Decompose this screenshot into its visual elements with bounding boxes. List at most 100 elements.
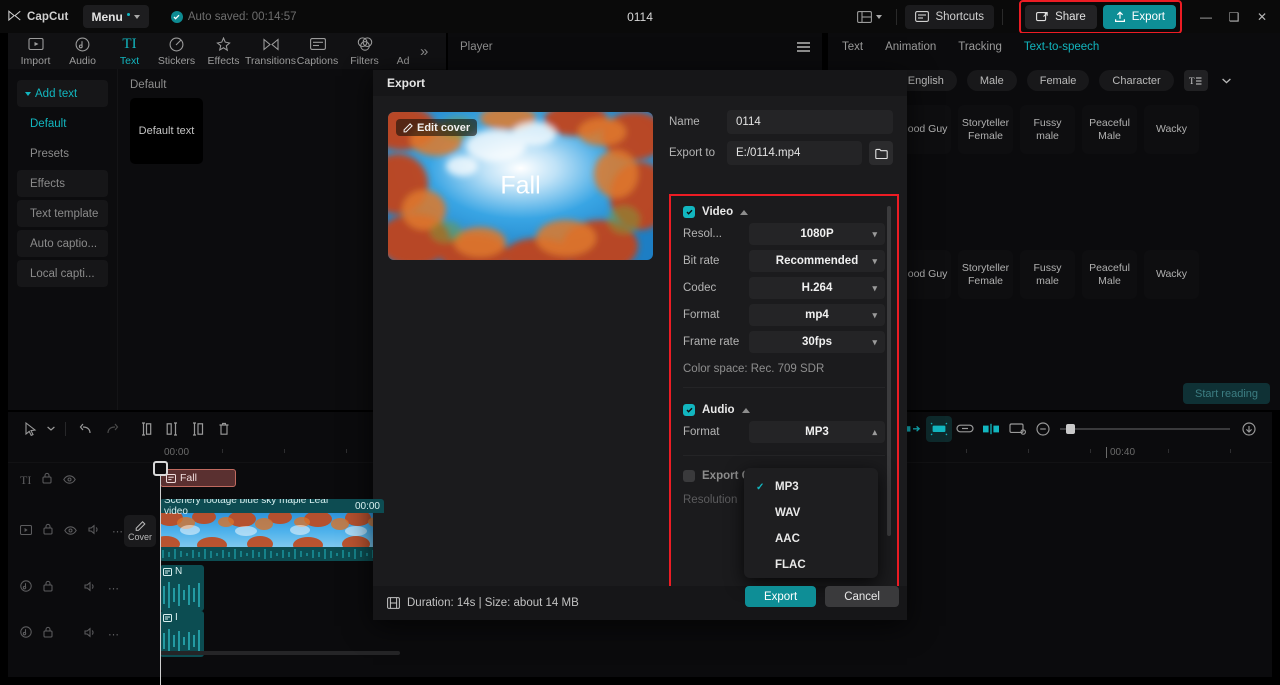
undo-icon[interactable] xyxy=(73,416,99,442)
video-checkbox[interactable] xyxy=(683,206,695,218)
lock-icon[interactable] xyxy=(43,579,53,597)
volume-icon[interactable] xyxy=(88,522,101,540)
category-auto-captions[interactable]: Auto captio... xyxy=(17,230,108,257)
tool-audio[interactable]: Audio xyxy=(59,36,106,67)
framerate-select[interactable]: 30fps ▾ xyxy=(749,331,885,353)
tool-filters[interactable]: Filters xyxy=(341,36,388,67)
trim-left-icon[interactable] xyxy=(159,416,185,442)
start-reading-button[interactable]: Start reading xyxy=(1183,383,1270,404)
category-presets[interactable]: Presets xyxy=(17,140,108,167)
filter-pill-female[interactable]: Female xyxy=(1026,70,1090,91)
cover-button[interactable]: Cover xyxy=(124,515,156,547)
edit-cover-button[interactable]: Edit cover xyxy=(396,119,478,136)
video-format-select[interactable]: mp4 ▾ xyxy=(749,304,885,326)
volume-icon[interactable] xyxy=(84,579,97,597)
category-add-text[interactable]: Add text xyxy=(17,80,108,107)
zoom-slider-knob[interactable] xyxy=(1066,423,1075,434)
audio-format-select[interactable]: MP3 ▴ xyxy=(749,421,885,443)
shortcuts-button[interactable]: Shortcuts xyxy=(905,4,995,29)
snap-icon[interactable] xyxy=(978,416,1004,442)
close-button[interactable]: ✕ xyxy=(1248,3,1276,31)
tool-effects[interactable]: Effects xyxy=(200,36,247,67)
lock-icon[interactable] xyxy=(43,625,53,643)
audio-checkbox[interactable] xyxy=(683,404,695,416)
eye-icon[interactable] xyxy=(63,471,77,489)
eye-icon[interactable] xyxy=(64,522,77,540)
voice-card[interactable]: Fussy male xyxy=(1020,105,1075,154)
dialog-export-button[interactable]: Export xyxy=(744,586,817,607)
filter-pill-male[interactable]: Male xyxy=(966,70,1017,91)
volume-icon[interactable] xyxy=(84,625,97,643)
redo-icon[interactable] xyxy=(99,416,125,442)
dropdown-option-wav[interactable]: WAV xyxy=(744,500,878,526)
tool-import[interactable]: Import xyxy=(12,36,59,67)
tool-text[interactable]: TI Text xyxy=(106,36,153,67)
preview-icon[interactable] xyxy=(1004,416,1030,442)
category-effects[interactable]: Effects xyxy=(17,170,108,197)
timeline-horizontal-scrollbar[interactable] xyxy=(160,651,400,655)
export-button[interactable]: Export xyxy=(1102,4,1176,29)
tool-rail-more-button[interactable]: » xyxy=(420,43,428,60)
tab-tracking[interactable]: Tracking xyxy=(958,41,1002,53)
playhead[interactable] xyxy=(153,461,168,685)
export-path-input[interactable]: E:/0114.mp4 xyxy=(727,141,862,165)
codec-select[interactable]: H.264 ▾ xyxy=(749,277,885,299)
zoom-slider-track[interactable] xyxy=(1060,423,1230,434)
lock-icon[interactable] xyxy=(43,522,53,540)
tab-animation[interactable]: Animation xyxy=(885,41,936,53)
timeline-clip-audio[interactable]: N xyxy=(160,565,204,611)
split-icon[interactable] xyxy=(133,416,159,442)
category-text-template[interactable]: Text template xyxy=(17,200,108,227)
tool-transitions[interactable]: Transitions xyxy=(245,36,296,67)
voice-card[interactable]: Storyteller Female xyxy=(958,250,1013,299)
more-options-icon[interactable]: ⋯ xyxy=(108,628,120,641)
voice-card[interactable]: Fussy male xyxy=(1020,250,1075,299)
select-cursor-icon[interactable] xyxy=(18,416,44,442)
player-menu-icon[interactable] xyxy=(797,42,810,52)
tab-text[interactable]: Text xyxy=(842,41,863,53)
voice-card[interactable]: Peaceful Male xyxy=(1082,250,1137,299)
timeline-clip-text[interactable]: Fall xyxy=(160,469,236,487)
dropdown-option-aac[interactable]: AAC xyxy=(744,526,878,552)
voice-card[interactable]: Wacky xyxy=(1144,105,1199,154)
dropdown-option-mp3[interactable]: ✓ MP3 xyxy=(744,474,878,500)
category-default[interactable]: Default xyxy=(17,110,108,137)
audio-format-dropdown[interactable]: ✓ MP3 WAV AAC FLAC xyxy=(744,468,878,578)
voice-card[interactable]: Peaceful Male xyxy=(1082,105,1137,154)
dialog-cancel-button[interactable]: Cancel xyxy=(825,586,899,607)
default-text-card[interactable]: Default text xyxy=(130,98,203,164)
lock-icon[interactable] xyxy=(42,471,52,489)
chevron-down-icon[interactable] xyxy=(1218,70,1235,91)
layout-button[interactable] xyxy=(851,10,888,23)
filter-pill-character[interactable]: Character xyxy=(1099,70,1174,91)
voice-card[interactable]: Wacky xyxy=(1144,250,1199,299)
timeline-clip-video[interactable]: Scenery footage blue sky maple Leaf vide… xyxy=(160,499,384,561)
auto-adjust-icon[interactable] xyxy=(926,415,952,442)
more-options-icon[interactable]: ⋯ xyxy=(112,525,124,538)
settings-scrollbar[interactable] xyxy=(887,206,891,536)
zoom-out-icon[interactable] xyxy=(1030,416,1056,442)
minimize-button[interactable]: — xyxy=(1192,3,1220,31)
playhead-handle[interactable] xyxy=(153,461,168,476)
more-options-icon[interactable]: ⋯ xyxy=(108,582,120,595)
folder-icon[interactable] xyxy=(869,141,893,165)
gif-checkbox[interactable] xyxy=(683,470,695,482)
resolution-select[interactable]: 1080P ▾ xyxy=(749,223,885,245)
menu-button[interactable]: Menu xyxy=(82,5,149,28)
link-icon[interactable] xyxy=(952,416,978,442)
chevron-down-icon[interactable] xyxy=(44,416,58,442)
tool-captions[interactable]: Captions xyxy=(294,36,341,67)
bitrate-select[interactable]: Recommended ▾ xyxy=(749,250,885,272)
dropdown-option-flac[interactable]: FLAC xyxy=(744,552,878,578)
delete-icon[interactable] xyxy=(211,416,237,442)
tool-stickers[interactable]: Stickers xyxy=(153,36,200,67)
timeline-zoom-slider[interactable] xyxy=(1060,423,1230,434)
trim-right-icon[interactable] xyxy=(185,416,211,442)
tool-ad[interactable]: Ad xyxy=(388,36,418,67)
zoom-fit-icon[interactable] xyxy=(1236,416,1262,442)
maximize-button[interactable]: ❑ xyxy=(1220,3,1248,31)
category-local-captions[interactable]: Local capti... xyxy=(17,260,108,287)
chevron-up-icon[interactable] xyxy=(740,209,749,215)
voice-card[interactable]: Storyteller Female xyxy=(958,105,1013,154)
name-input[interactable]: 0114 xyxy=(727,110,893,134)
